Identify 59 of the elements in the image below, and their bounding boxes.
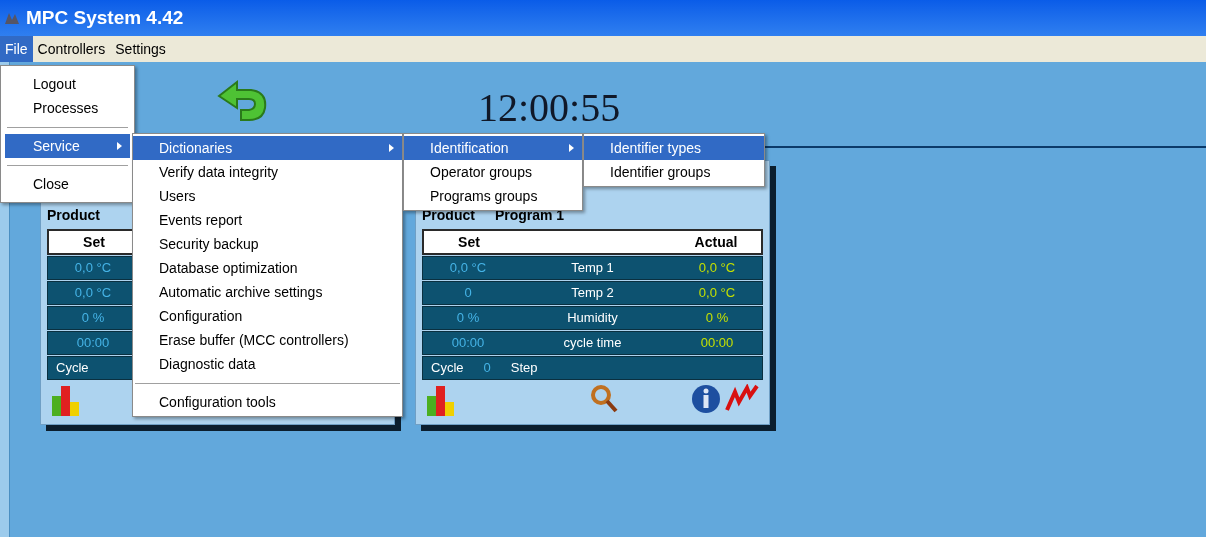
- menu-item[interactable]: Programs groups: [404, 184, 582, 208]
- menu-item[interactable]: Users: [133, 184, 402, 208]
- bar-chart-icon: [51, 384, 81, 416]
- parameter-name: Temp 2: [570, 284, 615, 303]
- submenu-arrow-icon: [117, 142, 122, 150]
- menu-item[interactable]: Automatic archive settings: [133, 280, 402, 304]
- clock: 12:00:55: [478, 88, 621, 128]
- info-icon[interactable]: [691, 384, 721, 414]
- actual-value: 0,0 °C: [697, 259, 737, 278]
- cycle-count: 0: [483, 359, 491, 378]
- menu-bar-item[interactable]: File: [0, 36, 33, 62]
- menu-item[interactable]: Identifier groups: [584, 160, 764, 184]
- menu-item[interactable]: Identification: [404, 136, 582, 160]
- actual-value: 0 %: [704, 309, 730, 328]
- menu-item[interactable]: Identifier types: [584, 136, 764, 160]
- parameter-name: Temp 1: [570, 259, 615, 278]
- menu-item[interactable]: Diagnostic data: [133, 352, 402, 376]
- menu-item[interactable]: Logout: [5, 72, 130, 96]
- menu-item[interactable]: Configuration: [133, 304, 402, 328]
- column-header: Set: [82, 232, 106, 252]
- menu-item[interactable]: Verify data integrity: [133, 160, 402, 184]
- menu-item[interactable]: Database optimization: [133, 256, 402, 280]
- set-value: 0 %: [455, 309, 481, 328]
- window-title: MPC System 4.42: [26, 5, 184, 30]
- parameter-name: Humidity: [566, 309, 619, 328]
- menu-item[interactable]: Processes: [5, 96, 130, 120]
- parameter-name: cycle time: [562, 334, 623, 353]
- set-value: 0,0 °C: [73, 284, 113, 303]
- product-label: Product: [422, 205, 475, 225]
- column-header: Actual: [693, 232, 739, 252]
- step-label: Step: [510, 359, 538, 378]
- set-value: 00:00: [450, 334, 486, 353]
- submenu-arrow-icon: [389, 144, 394, 152]
- bar-chart-icon: [426, 384, 456, 416]
- magnifier-icon[interactable]: [588, 384, 619, 414]
- submenu-arrow-icon: [569, 144, 574, 152]
- set-value: 0,0 °C: [448, 259, 488, 278]
- set-value: 0 %: [80, 309, 106, 328]
- menu-item[interactable]: Events report: [133, 208, 402, 232]
- zigzag-line-icon[interactable]: [725, 384, 759, 412]
- cycle-label: Cycle: [431, 359, 464, 378]
- set-value: 00:00: [75, 334, 111, 353]
- menu-item[interactable]: Security backup: [133, 232, 402, 256]
- cycle-label: Cycle: [56, 359, 89, 378]
- menu-item[interactable]: Configuration tools: [133, 390, 402, 414]
- set-value: 0: [463, 284, 473, 303]
- product-label: Product: [47, 205, 100, 225]
- menu-bar-item[interactable]: Settings: [110, 36, 171, 62]
- menu-item[interactable]: Dictionaries: [133, 136, 402, 160]
- app-logo-icon: [4, 11, 20, 25]
- menu-item[interactable]: Erase buffer (MCC controllers): [133, 328, 402, 352]
- actual-value: 0,0 °C: [697, 284, 737, 303]
- column-header: Set: [457, 232, 481, 252]
- menu-bar-item[interactable]: Controllers: [32, 36, 111, 62]
- menu-item[interactable]: Close: [5, 172, 130, 196]
- set-value: 0,0 °C: [73, 259, 113, 278]
- actual-value: 00:00: [699, 334, 735, 353]
- menu-item[interactable]: Operator groups: [404, 160, 582, 184]
- menu-item[interactable]: Service: [5, 134, 130, 158]
